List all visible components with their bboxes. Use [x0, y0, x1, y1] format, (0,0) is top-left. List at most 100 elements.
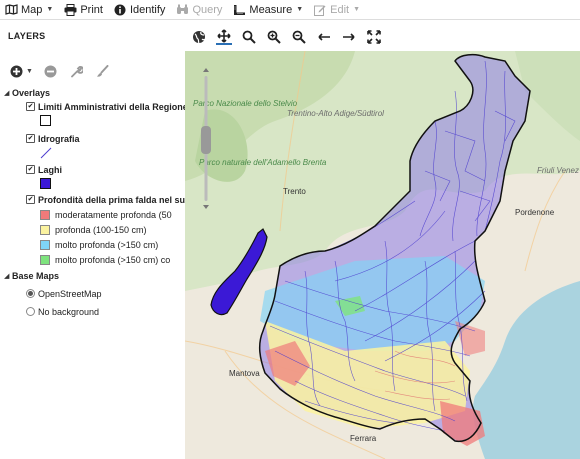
map-toolbar — [185, 25, 580, 49]
legend-limiti — [40, 114, 56, 127]
arrow-left-icon — [318, 33, 330, 41]
layer-tools: ▼ — [8, 63, 121, 79]
layer-item-profondita[interactable]: ✔ Profondità della prima falda nel suc — [26, 193, 190, 206]
zoom-slider-down-icon — [203, 205, 209, 209]
legend-item: moderatamente profonda (50 — [40, 208, 172, 221]
legend-swatch — [40, 115, 51, 126]
previous-extent-button[interactable] — [316, 29, 332, 45]
printer-icon — [63, 3, 77, 17]
legend-swatch — [40, 239, 50, 250]
overlays-group[interactable]: ◢ Overlays — [4, 86, 50, 99]
base-maps-group[interactable]: ◢ Base Maps — [4, 269, 59, 282]
print-button[interactable]: Print — [63, 3, 103, 17]
add-layer-button[interactable] — [8, 63, 24, 79]
panel-title: LAYERS — [8, 31, 46, 41]
fullscreen-button[interactable] — [366, 29, 382, 45]
legend-item: profonda (100-150 cm) — [40, 223, 147, 236]
layer-label: Idrografia — [38, 133, 80, 144]
map-label-adamello: Parco naturale dell'Adamello Brenta — [199, 158, 327, 167]
paintbrush-icon — [97, 64, 109, 77]
map-label-trentino: Trentino-Alto Adige/Südtirol — [287, 109, 384, 118]
layers-panel: LAYERS ▼ ◢ Overlays ✔ Limiti Amministrat… — [0, 21, 190, 459]
query-button[interactable]: Query — [175, 3, 222, 17]
layer-item-limiti[interactable]: ✔ Limiti Amministrativi della Regione — [26, 100, 188, 113]
remove-layer-button[interactable] — [43, 63, 59, 79]
map-label-mantova: Mantova — [229, 369, 260, 378]
layer-label: Limiti Amministrativi della Regione — [38, 101, 188, 112]
overlays-label: Overlays — [12, 87, 51, 98]
legend-swatch — [40, 254, 50, 265]
plus-circle-icon — [10, 65, 22, 77]
legend-label: profonda (100-150 cm) — [55, 224, 147, 235]
legend-swatch — [40, 224, 50, 235]
zoom-slider-handle — [201, 126, 211, 154]
layer-item-laghi[interactable]: ✔ Laghi — [26, 163, 62, 176]
legend-swatch — [40, 178, 51, 189]
main-toolbar: Map ▼ Print Identify Query Measure ▼ Edi… — [0, 0, 580, 20]
next-extent-button[interactable] — [341, 29, 357, 45]
legend-label: moderatamente profonda (50 — [55, 209, 172, 220]
legend-label: molto profonda (>150 cm) — [55, 239, 159, 250]
ruler-icon — [232, 3, 246, 17]
legend-laghi — [40, 177, 56, 190]
map-label-pordenone: Pordenone — [515, 208, 555, 217]
collapse-triangle-icon[interactable]: ◢ — [4, 89, 12, 97]
map-canvas[interactable]: Parco Nazionale dello Stelvio Trentino-A… — [185, 51, 580, 459]
zoom-slider[interactable] — [198, 66, 214, 211]
zoom-slider-up-icon — [203, 68, 209, 72]
measure-button[interactable]: Measure ▼ — [232, 3, 303, 17]
print-label: Print — [80, 3, 103, 16]
map-menu-label: Map — [21, 3, 43, 16]
zoom-out-icon — [292, 30, 306, 44]
layer-label: Laghi — [38, 164, 62, 175]
edit-button[interactable]: Edit ▼ — [313, 3, 360, 17]
basemap-radio[interactable] — [26, 289, 35, 298]
caret-down-icon: ▼ — [353, 6, 361, 13]
legend-label: molto profonda (>150 cm) co — [55, 254, 171, 265]
identify-button[interactable]: Identify — [113, 3, 165, 17]
map-label-friuli: Friuli Venez Giulia — [537, 166, 580, 175]
map-label-ferrara: Ferrara — [350, 434, 377, 443]
move-arrows-icon — [217, 29, 231, 43]
full-extent-button[interactable] — [191, 29, 207, 45]
identify-label: Identify — [129, 3, 166, 16]
layer-checkbox[interactable]: ✔ — [26, 195, 35, 204]
basemap-radio[interactable] — [26, 307, 35, 316]
layer-label: Profondità della prima falda nel suc — [38, 194, 191, 205]
basemap-label: No background — [38, 306, 100, 317]
query-label: Query — [192, 3, 223, 16]
layer-checkbox[interactable]: ✔ — [26, 102, 35, 111]
base-maps-label: Base Maps — [12, 270, 60, 281]
magnifier-icon — [242, 30, 256, 44]
caret-down-icon: ▼ — [46, 6, 54, 13]
basemap-label: OpenStreetMap — [38, 288, 102, 299]
measure-label: Measure — [249, 3, 293, 16]
legend-item: molto profonda (>150 cm) — [40, 238, 158, 251]
minus-circle-icon — [44, 65, 57, 77]
layer-style-button[interactable] — [95, 63, 111, 79]
pan-button[interactable] — [216, 29, 232, 45]
map-label-trento: Trento — [283, 187, 306, 196]
info-icon — [113, 3, 127, 17]
legend-idrografia — [40, 146, 52, 159]
map-menu-button[interactable]: Map ▼ — [4, 3, 53, 17]
layer-settings-button[interactable] — [69, 63, 85, 79]
collapse-triangle-icon[interactable]: ◢ — [4, 272, 12, 280]
zoom-in-button[interactable] — [266, 29, 282, 45]
expand-icon — [367, 30, 381, 44]
edit-label: Edit — [330, 3, 350, 16]
legend-swatch — [40, 209, 50, 220]
binoculars-icon — [175, 3, 189, 17]
basemap-option-none[interactable]: No background — [26, 305, 99, 318]
caret-down-icon[interactable]: ▼ — [26, 68, 33, 75]
basemap-option-osm[interactable]: OpenStreetMap — [26, 287, 102, 300]
line-swatch-icon — [40, 147, 52, 158]
map-icon — [4, 3, 18, 17]
zoom-box-button[interactable] — [241, 29, 257, 45]
layer-checkbox[interactable]: ✔ — [26, 134, 35, 143]
layer-item-idrografia[interactable]: ✔ Idrografia — [26, 132, 80, 145]
arrow-right-icon — [343, 33, 355, 41]
wrench-icon — [71, 65, 84, 77]
layer-checkbox[interactable]: ✔ — [26, 165, 35, 174]
zoom-out-button[interactable] — [291, 29, 307, 45]
